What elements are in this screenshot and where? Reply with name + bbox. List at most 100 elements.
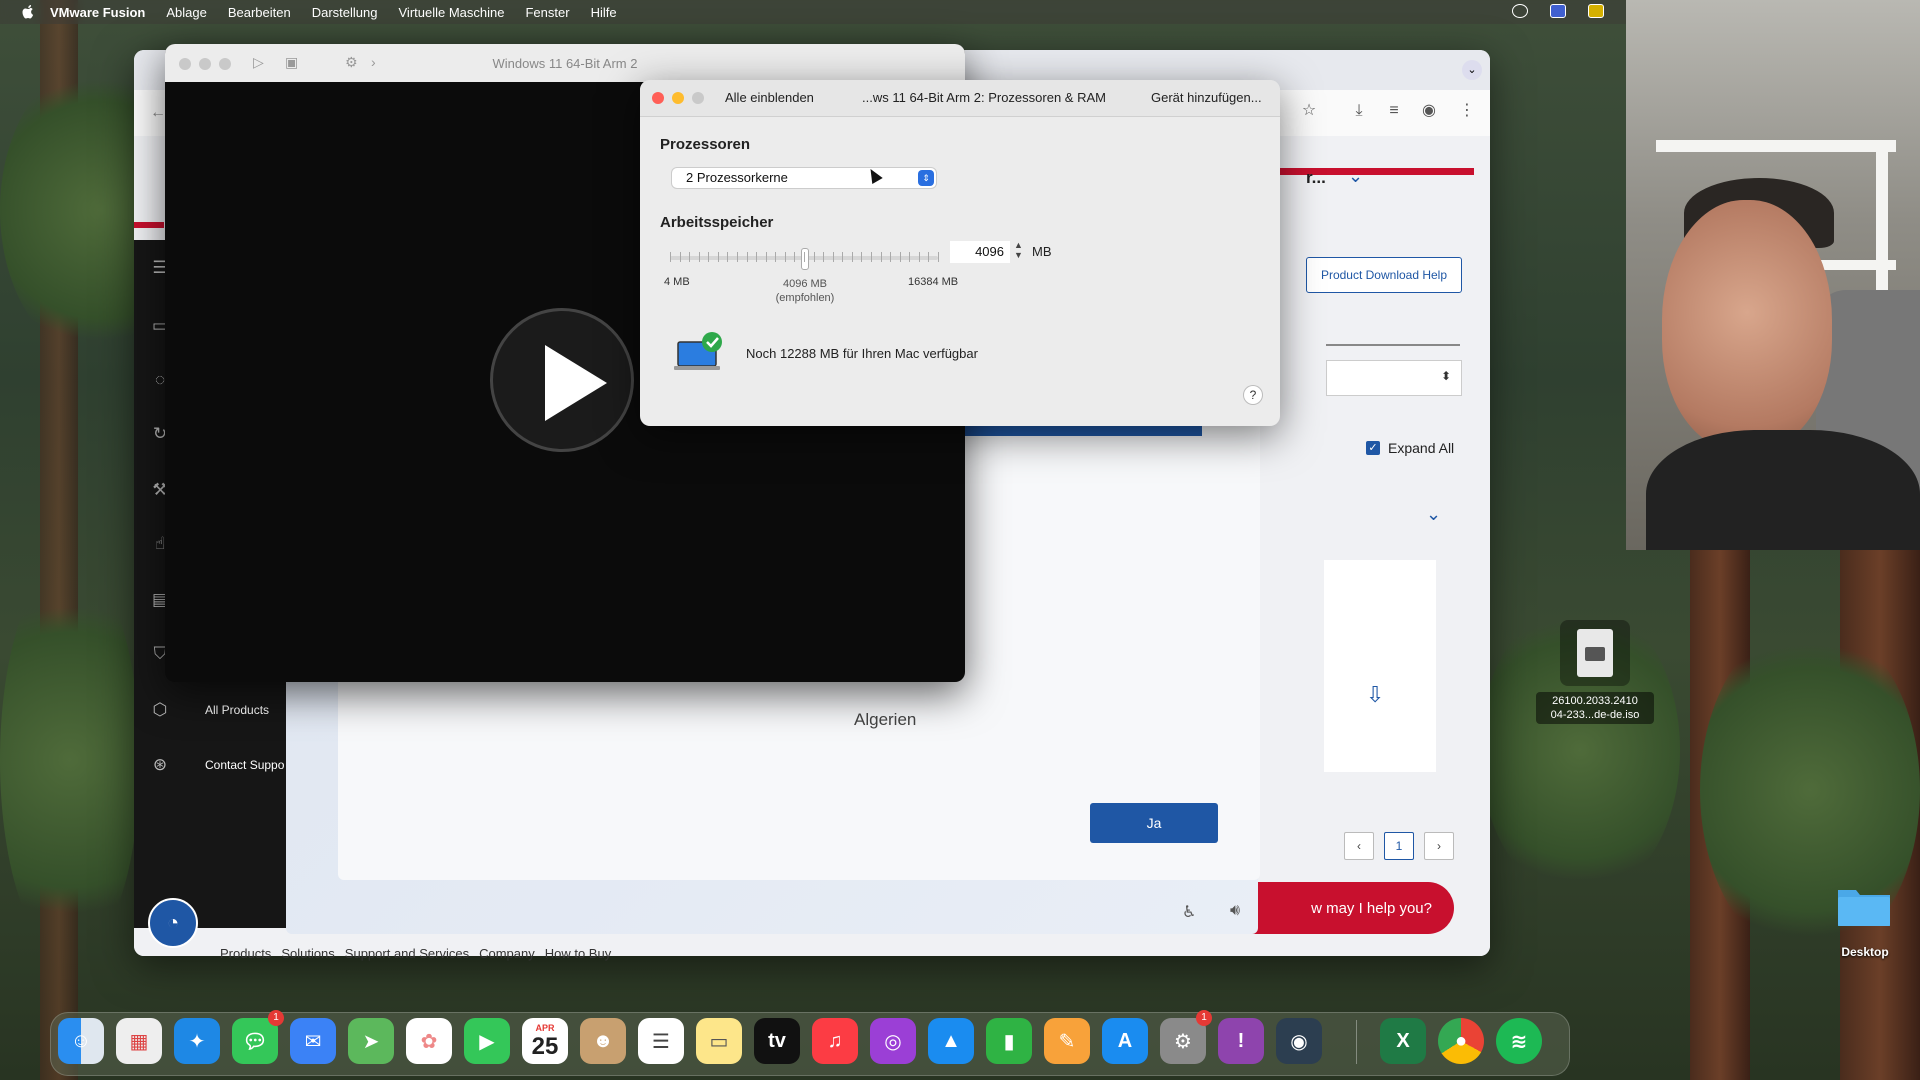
memory-unit: MB xyxy=(1032,244,1052,259)
status-menu-icon[interactable] xyxy=(1512,4,1528,18)
download-icon[interactable]: ⤓ xyxy=(1350,102,1368,120)
memory-slider-tick xyxy=(670,252,671,262)
memory-slider-tick xyxy=(746,252,748,262)
quicktime-icon[interactable]: ◉ xyxy=(1276,1018,1322,1064)
pages-icon[interactable]: ✎ xyxy=(1044,1018,1090,1064)
dialog-title: ...ws 11 64-Bit Arm 2: Prozessoren & RAM xyxy=(862,90,1106,105)
chrome-icon[interactable]: ● xyxy=(1438,1018,1484,1064)
dock-separator xyxy=(1356,1020,1357,1064)
messages-badge: 1 xyxy=(268,1010,284,1026)
safari-icon[interactable]: ✦ xyxy=(174,1018,220,1064)
footer-company[interactable]: Company xyxy=(479,946,535,961)
memory-slider-tick xyxy=(775,252,777,262)
pager-next-button[interactable]: › xyxy=(1424,832,1454,860)
sidebar-products-icon[interactable]: ⬡ xyxy=(150,700,170,720)
reminders-icon[interactable]: ☰ xyxy=(638,1018,684,1064)
sidebar-all-products[interactable]: All Products xyxy=(205,703,269,717)
spotify-icon[interactable]: ≋ xyxy=(1496,1018,1542,1064)
memory-slider-thumb[interactable] xyxy=(801,248,809,270)
cookie-settings-icon[interactable]: ◔ xyxy=(148,898,198,948)
memory-slider-tick xyxy=(765,252,767,262)
battery-icon[interactable] xyxy=(1588,4,1604,18)
product-dropdown-chevron-icon[interactable]: ⌄ xyxy=(1348,166,1363,187)
cloud-download-icon[interactable]: ⇩ xyxy=(1366,682,1384,708)
more-menu-icon[interactable]: ⋮ xyxy=(1458,102,1476,120)
yes-button[interactable]: Ja xyxy=(1090,803,1218,843)
version-select[interactable] xyxy=(1326,360,1462,396)
menu-virtuelle-maschine[interactable]: Virtuelle Maschine xyxy=(399,5,505,20)
excel-icon[interactable]: X xyxy=(1380,1018,1426,1064)
feedback-icon[interactable]: ! xyxy=(1218,1018,1264,1064)
calendar-icon[interactable]: APR 25 xyxy=(522,1018,568,1064)
menu-app-name[interactable]: VMware Fusion xyxy=(50,5,145,20)
vm-play-button[interactable] xyxy=(490,308,634,452)
finder-icon[interactable]: ☺ xyxy=(58,1018,104,1064)
dialog-minimize-button[interactable] xyxy=(672,92,684,104)
mail-icon[interactable]: ✉ xyxy=(290,1018,336,1064)
divider xyxy=(1326,344,1460,346)
footer-products[interactable]: Products xyxy=(220,946,271,961)
contacts-icon[interactable]: ☻ xyxy=(580,1018,626,1064)
iso-file-icon[interactable] xyxy=(1560,620,1630,686)
expand-all-checkbox[interactable]: ✓ xyxy=(1366,441,1380,455)
menu-bearbeiten[interactable]: Bearbeiten xyxy=(228,5,291,20)
tab-search-chevron-icon[interactable]: ⌄ xyxy=(1462,60,1482,80)
memory-slider-tick xyxy=(928,252,930,262)
accessibility-icon[interactable]: ♿ xyxy=(1182,902,1196,922)
reading-list-icon[interactable]: ≡ xyxy=(1385,102,1403,120)
show-all-button[interactable]: Alle einblenden xyxy=(725,90,814,105)
maps-icon[interactable]: ➤ xyxy=(348,1018,394,1064)
dialog-toolbar: Alle einblenden ...ws 11 64-Bit Arm 2: P… xyxy=(640,80,1280,117)
footer-support[interactable]: Support and Services xyxy=(345,946,469,961)
pager-page-1[interactable]: 1 xyxy=(1384,832,1414,860)
chat-help-button[interactable]: w may I help you? xyxy=(1226,882,1454,934)
processor-cores-select[interactable]: 2 Prozessorkerne ⇕ xyxy=(672,168,936,188)
footer-solutions[interactable]: Solutions xyxy=(281,946,334,961)
help-button[interactable]: ? xyxy=(1244,386,1262,404)
numbers-icon[interactable]: ▮ xyxy=(986,1018,1032,1064)
memory-slider-tick xyxy=(804,252,805,262)
sidebar-contact-support[interactable]: Contact Suppo xyxy=(205,758,284,772)
menu-fenster[interactable]: Fenster xyxy=(525,5,569,20)
memory-slider-tick xyxy=(813,252,815,262)
dialog-close-button[interactable] xyxy=(652,92,664,104)
site-header-accent-left xyxy=(134,222,164,228)
pager-prev-button[interactable]: ‹ xyxy=(1344,832,1374,860)
memory-stepper[interactable]: ▲ ▼ xyxy=(1014,240,1023,260)
notes-icon[interactable]: ▭ xyxy=(696,1018,742,1064)
settings-badge: 1 xyxy=(1196,1010,1212,1026)
app-store-icon[interactable]: A xyxy=(1102,1018,1148,1064)
back-arrow-icon[interactable]: ← xyxy=(150,104,166,122)
launchpad-icon[interactable]: ▦ xyxy=(116,1018,162,1064)
footer-links: Products Solutions Support and Services … xyxy=(220,946,611,961)
memory-slider-tick xyxy=(727,252,729,262)
memory-slider-tick xyxy=(938,252,939,262)
music-icon[interactable]: ♫ xyxy=(812,1018,858,1064)
sidebar-support-icon[interactable]: ⊛ xyxy=(150,755,170,775)
keynote-icon[interactable]: ▲ xyxy=(928,1018,974,1064)
menu-darstellung[interactable]: Darstellung xyxy=(312,5,378,20)
product-download-help-button[interactable]: Product Download Help xyxy=(1306,257,1462,293)
profile-icon[interactable]: ◉ xyxy=(1420,102,1438,120)
footer-how-to-buy[interactable]: How to Buy xyxy=(545,946,611,961)
desktop-folder-icon[interactable] xyxy=(1836,882,1892,928)
apple-menu-icon[interactable] xyxy=(20,4,36,20)
add-device-button[interactable]: Gerät hinzufügen... xyxy=(1151,90,1262,105)
apple-tv-icon[interactable]: tv xyxy=(754,1018,800,1064)
volume-icon[interactable]: 🔊︎ xyxy=(1230,902,1240,920)
dialog-zoom-button[interactable] xyxy=(692,92,704,104)
screen-mirror-icon[interactable] xyxy=(1550,4,1566,18)
mac-laptop-icon xyxy=(674,332,722,370)
accordion-chevron-icon[interactable]: ⌄ xyxy=(1426,504,1441,525)
region-option[interactable]: Algerien xyxy=(854,710,916,730)
memory-slider-tick xyxy=(717,252,719,262)
expand-all-toggle[interactable]: ✓ Expand All xyxy=(1366,440,1454,456)
podcasts-icon[interactable]: ◎ xyxy=(870,1018,916,1064)
photos-icon[interactable]: ✿ xyxy=(406,1018,452,1064)
menu-ablage[interactable]: Ablage xyxy=(166,5,206,20)
bookmark-star-icon[interactable]: ☆ xyxy=(1300,102,1318,120)
memory-min-label: 4 MB xyxy=(664,276,690,288)
memory-value-field[interactable]: 4096 xyxy=(950,241,1010,263)
facetime-icon[interactable]: ▶ xyxy=(464,1018,510,1064)
menu-hilfe[interactable]: Hilfe xyxy=(591,5,617,20)
